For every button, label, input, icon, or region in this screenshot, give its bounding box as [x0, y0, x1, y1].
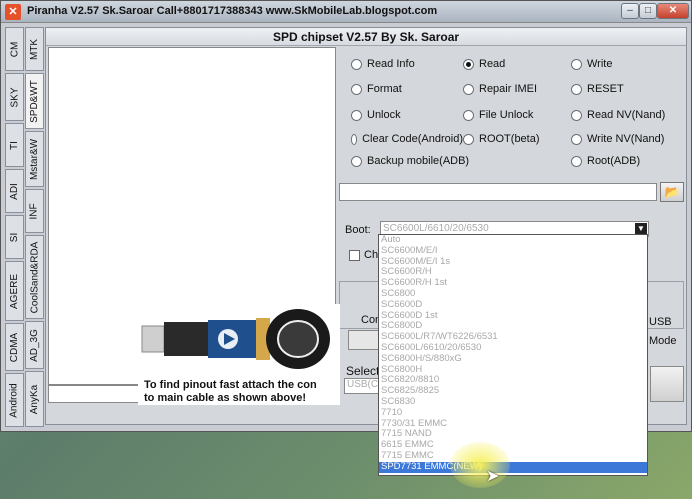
radio-dot-selected	[463, 58, 474, 70]
minimize-button[interactable]: –	[621, 3, 639, 19]
dropdown-option[interactable]: 6615 EMMC	[379, 440, 647, 451]
dropdown-option[interactable]: SC6600M/E/I	[379, 246, 647, 257]
pinout-popup: To find pinout fast attach the con to ma…	[138, 304, 340, 405]
open-folder-icon[interactable]: 📂	[660, 182, 684, 202]
dropdown-option[interactable]: 7710	[379, 408, 647, 419]
radio-file-unlock[interactable]: File Unlock	[463, 109, 533, 121]
tab-inf[interactable]: INF	[25, 189, 44, 233]
radio-dot	[571, 109, 582, 121]
radio-read[interactable]: Read	[463, 58, 505, 70]
dropdown-option[interactable]: 7730/31 EMMC	[379, 419, 647, 430]
title-bar[interactable]: ✕ Piranha V2.57 Sk.Saroar Call+880171738…	[1, 1, 691, 23]
maximize-button[interactable]: □	[639, 3, 657, 19]
tab-mstar-w[interactable]: Mstar&W	[25, 131, 44, 187]
radio-read-nv[interactable]: Read NV(Nand)	[571, 109, 665, 121]
tab-sky[interactable]: SKY	[5, 73, 24, 121]
tab-mtk[interactable]: MTK	[25, 27, 44, 71]
start-button[interactable]	[650, 366, 684, 402]
tab-ti[interactable]: TI	[5, 123, 24, 167]
radio-read-info[interactable]: Read Info	[351, 58, 415, 70]
radio-root-adb[interactable]: Root(ADB)	[571, 155, 640, 167]
tab-adi[interactable]: ADI	[5, 169, 24, 213]
radio-format[interactable]: Format	[351, 83, 402, 95]
dropdown-option[interactable]: 7715 EMMC	[379, 451, 647, 462]
mouse-cursor-icon: ➤	[486, 468, 500, 485]
radio-dot	[351, 58, 362, 70]
boot-dropdown-list[interactable]: Auto SC6600M/E/I SC6600M/E/I 1s SC6600R/H SC…	[378, 234, 648, 476]
dropdown-option[interactable]: SC6600R/H 1st	[379, 278, 647, 289]
panel-title: SPD chipset V2.57 By Sk. Saroar	[46, 28, 686, 46]
radio-dot	[463, 109, 474, 121]
tab-si[interactable]: SI	[5, 215, 24, 259]
radio-unlock[interactable]: Unlock	[351, 109, 401, 121]
dropdown-option[interactable]: 7715 NAND	[379, 429, 647, 440]
tab-spd-wt[interactable]: SPD&WT	[25, 73, 44, 129]
radio-dot	[351, 155, 362, 167]
tab-anyka[interactable]: AnyKa	[25, 371, 44, 427]
radio-dot	[463, 133, 474, 145]
tab-android[interactable]: Android	[5, 373, 24, 427]
file-path-input[interactable]	[339, 183, 657, 201]
radio-write[interactable]: Write	[571, 58, 612, 70]
window-title: Piranha V2.57 Sk.Saroar Call+88017173883…	[27, 5, 438, 17]
select-label: Select	[346, 364, 380, 378]
dropdown-option[interactable]: SPD7731 EMMC(NEW)	[379, 461, 647, 473]
cursor-highlight	[450, 442, 510, 488]
radio-dot	[463, 83, 474, 95]
radio-dot	[351, 133, 358, 145]
tab-ad-3g[interactable]: AD_3G	[25, 321, 44, 369]
dropdown-option[interactable]: SC6600D 1st	[379, 311, 647, 322]
mode-label: Mode	[649, 335, 677, 347]
vertical-tab-bar: CM MTK SKY SPD&WT TI Mstar&W ADI INF SI …	[5, 27, 45, 427]
radio-write-nv[interactable]: Write NV(Nand)	[571, 133, 664, 145]
tab-coolsand-rda[interactable]: CoolSand&RDA	[25, 235, 44, 319]
dropdown-option[interactable]: SC6800D	[379, 321, 647, 332]
radio-dot	[571, 155, 582, 167]
radio-dot	[351, 109, 362, 121]
radio-reset[interactable]: RESET	[571, 83, 624, 95]
dropdown-option[interactable]: SC6800H/S/880xG	[379, 354, 647, 365]
app-logo-icon: ✕	[5, 4, 21, 20]
dropdown-option[interactable]: Auto	[379, 235, 647, 246]
close-button[interactable]: ✕	[657, 3, 689, 19]
tab-cdma[interactable]: CDMA	[5, 323, 24, 371]
dropdown-option[interactable]: SC6600D	[379, 300, 647, 311]
radio-clear-code[interactable]: Clear Code(Android)	[351, 133, 463, 145]
dropdown-option[interactable]: SC6600M/E/I 1s	[379, 257, 647, 268]
dropdown-option[interactable]: SC6800	[379, 289, 647, 300]
dropdown-option[interactable]: SC6600R/H	[379, 267, 647, 278]
radio-dot	[571, 58, 582, 70]
radio-dot	[571, 83, 582, 95]
dropdown-option[interactable]: SC6600L/6610/20/6530	[379, 343, 647, 354]
radio-backup-mobile[interactable]: Backup mobile(ADB)	[351, 155, 469, 167]
dropdown-option[interactable]: SC6825/8825	[379, 386, 647, 397]
option-checkbox[interactable]	[349, 250, 360, 261]
dropdown-option[interactable]: SC6830	[379, 397, 647, 408]
usb-label: USB	[649, 316, 672, 328]
radio-dot	[351, 83, 362, 95]
dropdown-option[interactable]: SC6600L/R7/WT6226/6531	[379, 332, 647, 343]
tab-cm[interactable]: CM	[5, 27, 24, 71]
radio-dot	[571, 133, 582, 145]
tab-agere[interactable]: AGERE	[5, 261, 24, 321]
dropdown-option[interactable]: SC6820/8810	[379, 375, 647, 386]
boot-label: Boot:	[345, 224, 371, 236]
radio-repair-imei[interactable]: Repair IMEI	[463, 83, 537, 95]
radio-root-beta[interactable]: ROOT(beta)	[463, 133, 540, 145]
pinout-caption: To find pinout fast attach the con to ma…	[144, 379, 317, 404]
dropdown-option[interactable]: SC6800H	[379, 365, 647, 376]
